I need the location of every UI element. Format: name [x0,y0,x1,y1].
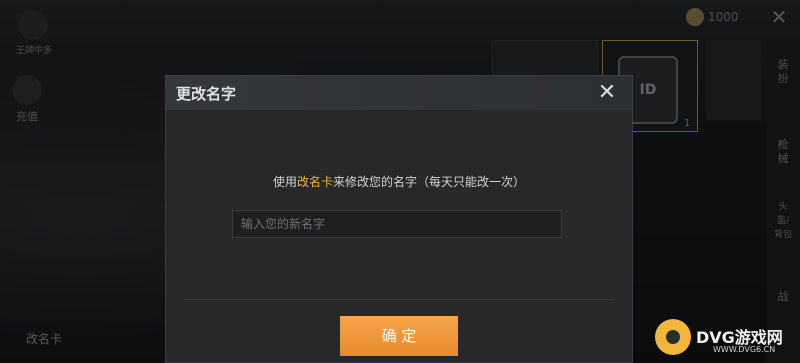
watermark-url: WWW.DVG6.CN [713,345,776,354]
watermark-logo-icon [655,319,691,355]
dialog-header: 更改名字 ✕ [166,76,632,110]
rename-message: 使用改名卡来修改您的名字（每天只能改一次） [166,173,632,190]
message-suffix: 来修改您的名字（每天只能改一次） [333,175,526,189]
divider [184,299,614,300]
rename-card-link: 改名卡 [296,175,333,189]
rename-dialog: 更改名字 ✕ 使用改名卡来修改您的名字（每天只能改一次） 确 定 [165,75,633,363]
confirm-button[interactable]: 确 定 [340,316,458,356]
new-name-input[interactable] [232,210,562,238]
dialog-title: 更改名字 [176,85,237,103]
message-prefix: 使用 [272,175,297,189]
close-icon[interactable]: ✕ [594,80,620,106]
